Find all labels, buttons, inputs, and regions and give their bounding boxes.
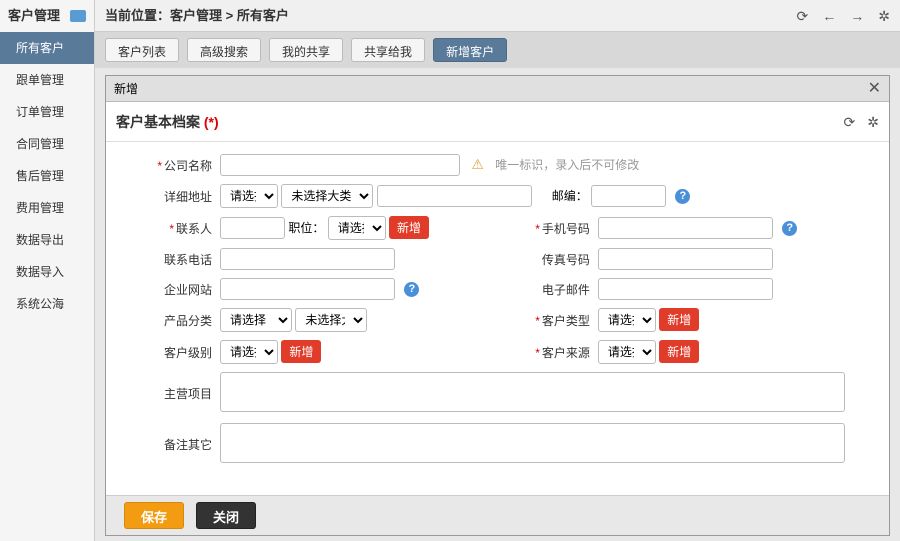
forward-icon[interactable]: → [850, 0, 864, 32]
help-icon[interactable]: ? [404, 282, 419, 297]
add-customer-level-button[interactable]: 新增 [281, 340, 321, 363]
help-icon[interactable]: ? [675, 189, 690, 204]
sidebar-item-pool[interactable]: 系统公海 [0, 288, 94, 320]
refresh-icon[interactable]: ⟳ [797, 0, 809, 32]
label-customer-level: 客户级别 [164, 346, 212, 360]
address-bigcat-select[interactable]: 未选择大类 [281, 184, 373, 208]
company-name-hint: 唯一标识，录入后不可修改 [495, 158, 639, 172]
add-position-button[interactable]: 新增 [389, 216, 429, 239]
customer-source-select[interactable]: 请选择 [598, 340, 656, 364]
label-email: 电子邮件 [542, 283, 590, 297]
card-title: 客户基本档案 (*) [116, 102, 219, 142]
position-select[interactable]: 请选择 [328, 216, 386, 240]
label-fax: 传真号码 [542, 253, 590, 267]
tab-shared-to-me[interactable]: 共享给我 [351, 38, 425, 62]
back-icon[interactable]: ← [822, 0, 836, 32]
sidebar-header: 客户管理 [0, 0, 94, 32]
label-phone: 联系电话 [164, 253, 212, 267]
tab-my-share[interactable]: 我的共享 [269, 38, 343, 62]
sidebar-item-import[interactable]: 数据导入 [0, 256, 94, 288]
label-main-business: 主营项目 [164, 387, 212, 401]
company-name-input[interactable] [220, 154, 460, 176]
label-company-name: 公司名称 [164, 159, 212, 173]
warning-icon: ⚠ [471, 156, 484, 172]
sidebar-item-orders[interactable]: 订单管理 [0, 96, 94, 128]
tab-advanced-search[interactable]: 高级搜索 [187, 38, 261, 62]
mobile-input[interactable] [598, 217, 773, 239]
product-bigcat-select[interactable]: 未选择大类 [295, 308, 367, 332]
gear-icon[interactable]: ✲ [878, 0, 890, 32]
label-postal: 邮编： [552, 189, 588, 203]
sidebar-item-follow[interactable]: 跟单管理 [0, 64, 94, 96]
contact-input[interactable] [220, 217, 285, 239]
main-business-textarea[interactable] [220, 372, 845, 412]
add-customer-source-button[interactable]: 新增 [659, 340, 699, 363]
sidebar-item-all-customers[interactable]: 所有客户 [0, 32, 94, 64]
email-input[interactable] [598, 278, 773, 300]
card-gear-icon[interactable]: ✲ [867, 102, 879, 142]
tab-customer-list[interactable]: 客户列表 [105, 38, 179, 62]
customer-level-select[interactable]: 请选择 [220, 340, 278, 364]
phone-input[interactable] [220, 248, 395, 270]
label-contact: 联系人 [176, 222, 212, 236]
sidebar-item-contracts[interactable]: 合同管理 [0, 128, 94, 160]
close-button[interactable]: 关闭 [196, 502, 256, 529]
remarks-textarea[interactable] [220, 423, 845, 463]
help-icon[interactable]: ? [782, 221, 797, 236]
label-remarks: 备注其它 [164, 438, 212, 452]
customer-type-select[interactable]: 请选择 [598, 308, 656, 332]
label-customer-source: 客户来源 [542, 346, 590, 360]
modal-title: 新增 [114, 76, 138, 102]
label-mobile: 手机号码 [542, 222, 590, 236]
sidebar-item-export[interactable]: 数据导出 [0, 224, 94, 256]
address-detail-input[interactable] [377, 185, 532, 207]
label-position: 职位： [288, 221, 324, 235]
label-customer-type: 客户类型 [542, 314, 590, 328]
card-refresh-icon[interactable]: ⟳ [844, 102, 856, 142]
breadcrumb: 当前位置：客户管理 > 所有客户 [105, 8, 289, 23]
add-customer-type-button[interactable]: 新增 [659, 308, 699, 331]
sidebar-item-aftersale[interactable]: 售后管理 [0, 160, 94, 192]
product-cat-select[interactable]: 请选择 [220, 308, 292, 332]
label-address: 详细地址 [164, 190, 212, 204]
fax-input[interactable] [598, 248, 773, 270]
postal-input[interactable] [591, 185, 666, 207]
address-province-select[interactable]: 请选择 [220, 184, 278, 208]
tab-new-customer[interactable]: 新增客户 [433, 38, 507, 62]
sidebar-item-expense[interactable]: 费用管理 [0, 192, 94, 224]
label-product-cat: 产品分类 [164, 314, 212, 328]
save-button[interactable]: 保存 [124, 502, 184, 529]
website-input[interactable] [220, 278, 395, 300]
modal: 新增 ✕ 客户基本档案 (*) ⟳ ✲ *公司名称 ⚠ 唯一标识，录入后不可修改 [105, 75, 890, 536]
close-icon[interactable]: ✕ [868, 76, 881, 102]
module-icon [70, 10, 86, 22]
label-website: 企业网站 [164, 283, 212, 297]
sidebar-title: 客户管理 [8, 0, 60, 32]
